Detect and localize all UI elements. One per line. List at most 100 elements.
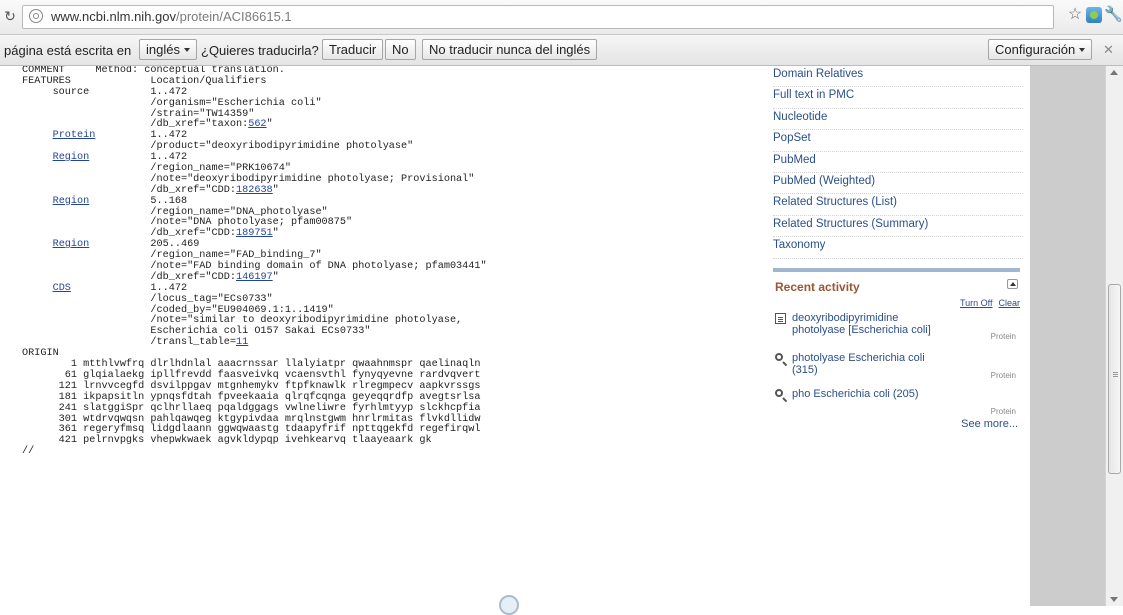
- feature-link-region[interactable]: Region: [53, 196, 90, 207]
- flatfile-text: /region_name="DNA_photolyase": [22, 206, 328, 218]
- flatfile-text: /note="FAD binding domain of DNA photoly…: [22, 261, 487, 273]
- flatfile-text: 1..472: [89, 152, 188, 164]
- db-xref-link[interactable]: 189751: [236, 228, 273, 239]
- flatfile-text: 121 lrnvvcegfd dsvilppgav mtgnhemykv ftp…: [22, 380, 481, 392]
- recent-activity-panel: Recent activity Turn Off Clear deoxyribod…: [773, 268, 1020, 434]
- page-gutter: [1030, 66, 1105, 606]
- flatfile-text: 1 mtthlvwfrq dlrlhdnlal aaacrnssar llaly…: [22, 359, 481, 371]
- vertical-scrollbar[interactable]: [1105, 66, 1123, 606]
- flatfile-text: 361 regeryfmsq lidgdlaann ggwqwaastg tda…: [22, 424, 481, 436]
- scroll-down-arrow-icon[interactable]: [1110, 597, 1118, 602]
- recent-activity-item[interactable]: deoxyribodipyrimidine photolyase [Escher…: [773, 312, 1020, 352]
- flatfile-text: //: [22, 446, 35, 458]
- language-dropdown[interactable]: inglés: [139, 39, 197, 60]
- translate-settings-dropdown[interactable]: Configuración: [988, 39, 1093, 60]
- related-link-pubmed-weighted[interactable]: PubMed (Weighted): [773, 173, 1023, 195]
- genpept-flatfile: COMMENT Method: conceptual translation. F…: [22, 66, 582, 458]
- flatfile-text: Escherichia coli O157 Sakai ECs0733": [22, 326, 371, 338]
- flatfile-text: /organism="Escherichia coli": [22, 97, 322, 109]
- see-more-link[interactable]: See more...: [961, 418, 1018, 430]
- flatfile-text: FEATURES Location/Qualifiers: [22, 75, 267, 87]
- collapse-icon[interactable]: [1007, 279, 1018, 289]
- recent-activity-header: Recent activity: [773, 272, 1020, 298]
- flatfile-line: //: [22, 446, 582, 458]
- related-link-popset[interactable]: PopSet: [773, 130, 1023, 152]
- bookmark-star-icon[interactable]: ☆: [1066, 6, 1084, 24]
- feature-link-protein[interactable]: Protein: [53, 130, 96, 141]
- flatfile-line: 421 pelrnvpgks vhepwkwaek agvkldypqp ive…: [22, 435, 582, 447]
- flatfile-text: /note="DNA photolyase; pfam00875": [22, 217, 353, 229]
- recent-activity-controls: Turn Off Clear: [773, 298, 1020, 312]
- scrollbar-thumb[interactable]: [1108, 284, 1121, 474]
- wrench-menu-icon[interactable]: 🔧: [1104, 6, 1123, 24]
- no-button[interactable]: No: [385, 39, 416, 60]
- page-info-icon[interactable]: [29, 9, 43, 23]
- db-xref-link[interactable]: 146197: [236, 272, 273, 283]
- recent-activity-type: Protein: [990, 407, 1016, 416]
- extension-icon[interactable]: [1086, 7, 1102, 23]
- recent-activity-label[interactable]: photolyase Escherichia coli (315): [792, 352, 952, 376]
- translate-settings-label: Configuración: [995, 42, 1076, 57]
- document-icon: [775, 313, 786, 324]
- translate-message: página está escrita en: [4, 43, 132, 58]
- scroll-up-arrow-icon[interactable]: [1110, 70, 1118, 75]
- flatfile-text: /db_xref="CDD:: [22, 228, 236, 240]
- flatfile-text: 5..168: [89, 195, 188, 207]
- feature-link-region[interactable]: Region: [53, 239, 90, 250]
- flatfile-text: /note="similar to deoxyribodipyrimidine …: [22, 315, 463, 327]
- recent-activity-label[interactable]: deoxyribodipyrimidine photolyase [Escher…: [792, 312, 952, 336]
- feature-link-region[interactable]: Region: [53, 152, 90, 163]
- address-bar[interactable]: www.ncbi.nlm.nih.gov/protein/ACI86615.1: [22, 5, 1054, 29]
- related-link-related-structures-list[interactable]: Related Structures (List): [773, 194, 1023, 216]
- flatfile-text: 1..472: [70, 282, 188, 294]
- translate-button[interactable]: Traducir: [322, 39, 384, 60]
- flatfile-text: /locus_tag="ECs0733": [22, 293, 273, 305]
- db-xref-link[interactable]: 562: [248, 119, 266, 131]
- related-link-domain-relatives[interactable]: Domain Relatives: [773, 66, 1023, 88]
- related-link-pubmed[interactable]: PubMed: [773, 152, 1023, 173]
- recent-activity-item[interactable]: photolyase Escherichia coli (315) Protein: [773, 352, 1020, 388]
- search-icon: [775, 389, 783, 397]
- flatfile-text: ": [266, 119, 273, 131]
- never-translate-button[interactable]: No traducir nunca del inglés: [422, 39, 598, 60]
- db-xref-link[interactable]: 11: [236, 337, 248, 348]
- clear-link[interactable]: Clear: [998, 298, 1020, 308]
- related-link-taxonomy[interactable]: Taxonomy: [773, 237, 1023, 259]
- flatfile-text: ": [272, 271, 279, 283]
- search-icon: [775, 353, 783, 361]
- recent-activity-label[interactable]: pho Escherichia coli (205): [792, 388, 952, 400]
- flatfile-text: ": [272, 184, 279, 196]
- recent-activity-list: deoxyribodipyrimidine photolyase [Escher…: [773, 312, 1020, 434]
- flatfile-text: source 1..472: [22, 86, 188, 98]
- related-link-nucleotide[interactable]: Nucleotide: [773, 109, 1023, 131]
- turn-off-link[interactable]: Turn Off: [960, 298, 993, 308]
- recent-activity-item[interactable]: pho Escherichia coli (205) Protein: [773, 388, 1020, 418]
- flatfile-text: /region_name="FAD_binding_7": [22, 250, 322, 262]
- feature-link-cds[interactable]: CDS: [53, 283, 71, 294]
- flatfile-text: 421 pelrnvpgks vhepwkwaek agvkldypqp ive…: [22, 435, 432, 447]
- see-more-row: See more...: [773, 418, 1020, 434]
- flatfile-text: /region_name="PRK10674": [22, 163, 291, 175]
- flatfile-text: 205..469: [89, 239, 200, 251]
- flatfile-text: ": [272, 228, 279, 240]
- right-column: Domain Relatives Full text in PMC Nucleoti…: [773, 66, 1023, 430]
- recent-activity-type: Protein: [990, 371, 1016, 380]
- flatfile-text: /product="deoxyribodipyrimidine photolya…: [22, 141, 414, 153]
- flatfile-text: COMMENT Method: conceptual translation.: [22, 66, 285, 76]
- related-link-related-structures-summary[interactable]: Related Structures (Summary): [773, 216, 1023, 238]
- url-host: www.ncbi.nlm.nih.gov: [51, 9, 176, 24]
- chevron-down-icon: [1079, 48, 1086, 52]
- flatfile-text: /coded_by="EU904069.1:1..1419": [22, 304, 334, 316]
- related-link-full-text-in-pmc[interactable]: Full text in PMC: [773, 87, 1023, 109]
- flatfile-text: /db_xref="taxon:: [22, 119, 249, 131]
- reload-icon[interactable]: ↻: [2, 8, 18, 24]
- url-text[interactable]: www.ncbi.nlm.nih.gov/protein/ACI86615.1: [51, 9, 292, 25]
- db-xref-link[interactable]: 182638: [236, 185, 273, 196]
- close-icon[interactable]: ✕: [1103, 42, 1114, 57]
- browser-toolbar: ↻ www.ncbi.nlm.nih.gov/protein/ACI86615.…: [0, 0, 1123, 35]
